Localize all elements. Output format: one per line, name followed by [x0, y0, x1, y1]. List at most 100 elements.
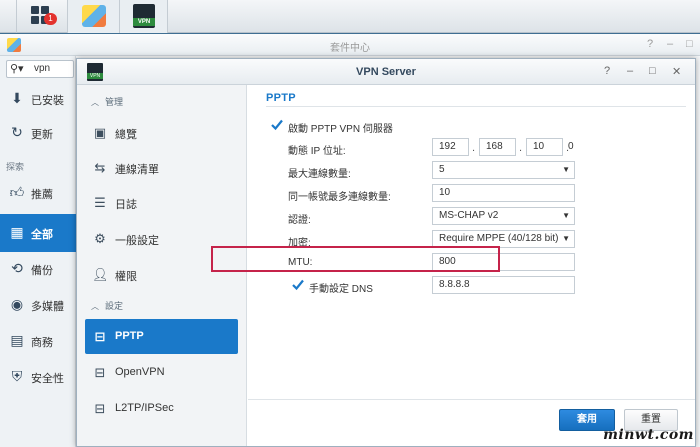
sidebar-item-security[interactable]: ⛨ 安全性	[0, 360, 76, 394]
main-menu-button[interactable]: 1	[16, 0, 68, 33]
sidebar-item-multimedia[interactable]: ◉ 多媒體	[0, 288, 76, 322]
section-manage-label: 管理	[105, 97, 124, 107]
user-icon: 👤︎	[92, 267, 109, 282]
help-icon[interactable]: ?	[647, 38, 653, 50]
backup-icon: ⟲	[11, 260, 23, 276]
pptp-settings-panel: PPTP 啟動 PPTP VPN 伺服器 動態 IP 位址: 192 . 168…	[248, 85, 695, 399]
chevron-up-icon: ︿	[91, 302, 99, 311]
network-icon: ⊟	[94, 401, 106, 416]
sidebar-item-label: 全部	[31, 229, 53, 241]
sidebar-item-label: OpenVPN	[115, 366, 165, 378]
enable-pptp-checkbox[interactable]	[270, 118, 283, 131]
manual-dns-label: 手動設定 DNS	[309, 284, 373, 295]
ip-separator: .	[519, 142, 523, 154]
sidebar-item-label: 總覽	[115, 129, 137, 141]
max-connections-label: 最大連線數量:	[288, 169, 351, 180]
encryption-value: Require MPPE (40/128 bit)	[439, 233, 559, 244]
package-center-title: 套件中心	[330, 43, 370, 54]
log-icon: ☰	[94, 195, 106, 210]
sidebar-item-label: 更新	[31, 129, 53, 141]
authentication-select[interactable]: MS-CHAP v2 ▼	[432, 207, 575, 225]
sidebar-item-openvpn[interactable]: ⊟ OpenVPN	[85, 355, 238, 390]
ip-octet-2-input[interactable]: 168	[479, 138, 516, 156]
sidebar-item-log[interactable]: ☰ 日誌	[85, 185, 238, 220]
divider	[266, 106, 686, 107]
sidebar-item-label: PPTP	[115, 330, 144, 342]
shield-icon: ⛨	[11, 368, 23, 384]
dropdown-arrow-icon: ▼	[562, 211, 570, 220]
same-account-label: 同一帳號最多連線數量:	[288, 192, 391, 203]
watermark: minwt.com	[603, 427, 694, 443]
dropdown-arrow-icon: ▼	[562, 234, 570, 243]
sidebar-item-installed[interactable]: ⬇ 已安裝	[0, 82, 76, 116]
thumbs-up-icon: 👍︎	[9, 184, 25, 200]
connection-list-icon: ⇆	[94, 160, 106, 175]
dropdown-arrow-icon: ▼	[562, 165, 570, 174]
close-icon[interactable]: ✕	[672, 65, 681, 78]
page-title: PPTP	[266, 92, 296, 104]
sidebar-item-label: L2TP/IPSec	[115, 402, 174, 414]
annotation-highlight-box	[211, 246, 500, 272]
package-center-icon	[82, 5, 106, 27]
sidebar-item-label: 商務	[31, 337, 53, 349]
minimize-icon[interactable]: –	[667, 38, 673, 50]
sidebar-item-label: 已安裝	[31, 95, 64, 107]
window-title: VPN Server	[356, 66, 416, 78]
sidebar-item-overview[interactable]: ▣ 總覽	[85, 115, 238, 150]
vpn-server-task-button[interactable]: VPN	[120, 0, 168, 33]
maximize-icon[interactable]: □	[686, 38, 693, 50]
sidebar-item-label: 推薦	[31, 189, 53, 201]
minimize-icon[interactable]: –	[627, 65, 633, 77]
vpn-server-icon: VPN	[133, 4, 155, 28]
sidebar-item-business[interactable]: ▤ 商務	[0, 324, 76, 358]
gear-icon: ⚙	[94, 231, 106, 246]
network-icon: ⊟	[94, 329, 106, 344]
overview-icon: ▣	[93, 125, 107, 140]
ip-octet-4-value: 0	[568, 141, 574, 152]
sidebar-item-label: 備份	[31, 265, 53, 277]
sidebar-item-pptp[interactable]: ⊟ PPTP	[85, 319, 238, 354]
help-icon[interactable]: ?	[604, 65, 610, 77]
sidebar-item-label: 多媒體	[31, 301, 64, 313]
max-connections-select[interactable]: 5 ▼	[432, 161, 575, 179]
maximize-icon[interactable]: □	[649, 65, 656, 77]
ip-octet-1-input[interactable]: 192	[432, 138, 469, 156]
sidebar-item-label: 日誌	[115, 199, 137, 211]
search-input[interactable]: ⚲▾ vpn	[6, 60, 74, 78]
sidebar-item-connection-list[interactable]: ⇆ 連線清單	[85, 150, 238, 185]
package-center-sidebar: ⚲▾ vpn ⬇ 已安裝 ↻ 更新 探索 👍︎ 推薦 ▦ 全部 ⟲ 備份 ◉ 多…	[0, 56, 76, 447]
ip-separator: .	[472, 142, 476, 154]
section-settings[interactable]: ︿ 設定	[91, 299, 123, 312]
sidebar-item-label: 一般設定	[115, 235, 159, 247]
package-center-titlebar: 套件中心 ? – □	[0, 34, 700, 56]
sidebar-item-update[interactable]: ↻ 更新	[0, 116, 76, 150]
vpn-server-titlebar[interactable]: VPN VPN Server ? – □ ✕	[77, 59, 695, 85]
sidebar-item-all[interactable]: ▦ 全部	[0, 214, 76, 252]
sidebar-item-recommended[interactable]: 👍︎ 推薦	[0, 176, 76, 210]
check-icon	[271, 119, 283, 131]
sidebar-item-backup[interactable]: ⟲ 備份	[0, 252, 76, 286]
taskbar: 1 VPN	[0, 0, 700, 33]
dns-input[interactable]: 8.8.8.8	[432, 276, 575, 294]
manual-dns-checkbox[interactable]	[291, 278, 304, 291]
search-value: vpn	[34, 63, 51, 74]
section-manage[interactable]: ︿ 管理	[91, 95, 123, 108]
refresh-icon: ↻	[11, 124, 23, 140]
download-icon: ⬇	[11, 90, 23, 106]
search-icon: ⚲▾	[10, 63, 24, 75]
sidebar-item-label: 安全性	[31, 373, 64, 385]
briefcase-icon: ▤	[10, 332, 24, 348]
same-account-input[interactable]: 10	[432, 184, 575, 202]
network-icon: ⊟	[94, 365, 106, 380]
dynamic-ip-label: 動態 IP 位址:	[288, 146, 346, 157]
package-center-task-button[interactable]	[68, 0, 120, 33]
max-connections-value: 5	[439, 164, 445, 175]
enable-pptp-label: 啟動 PPTP VPN 伺服器	[288, 124, 393, 135]
section-explore: 探索	[6, 162, 25, 172]
ip-octet-3-input[interactable]: 10	[526, 138, 563, 156]
media-icon: ◉	[10, 296, 24, 312]
authentication-label: 認證:	[288, 215, 311, 226]
grid-icon: ▦	[10, 224, 24, 240]
section-settings-label: 設定	[105, 301, 124, 311]
sidebar-item-l2tp-ipsec[interactable]: ⊟ L2TP/IPSec	[85, 391, 238, 426]
